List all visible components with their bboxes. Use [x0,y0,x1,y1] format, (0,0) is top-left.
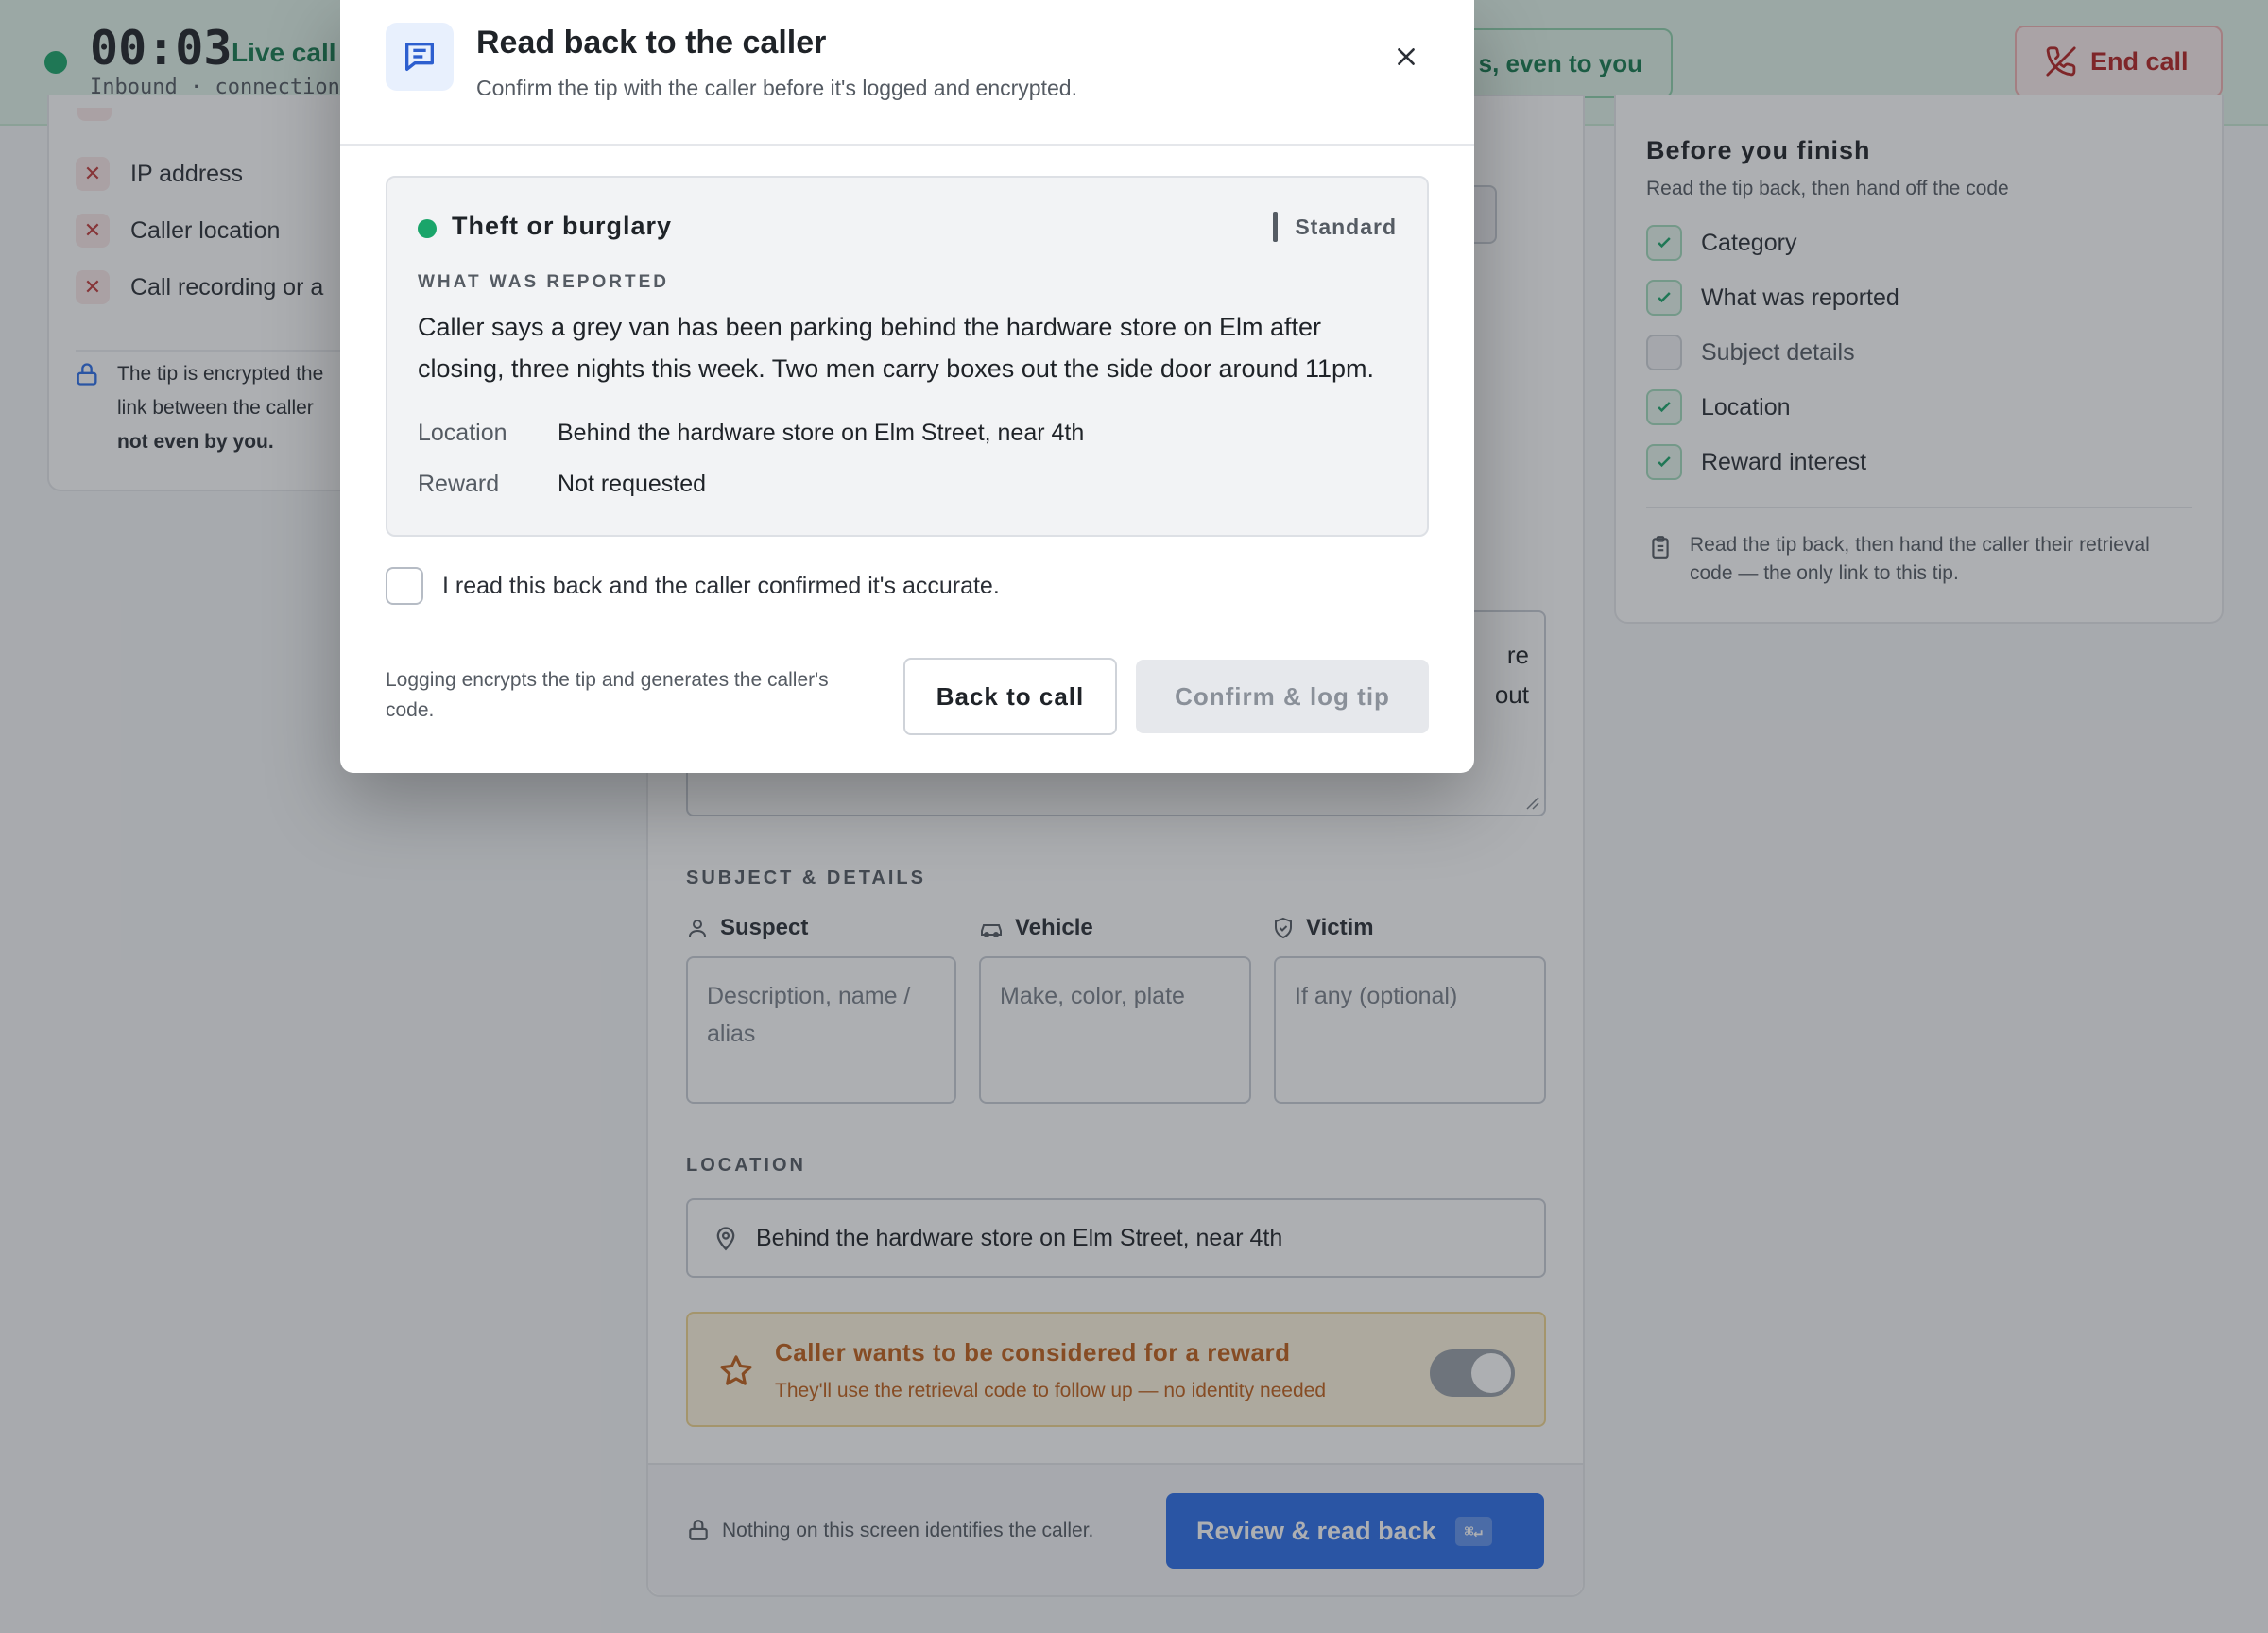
back-button-label: Back to call [936,681,1085,711]
close-button[interactable] [1383,34,1429,79]
location-key: Location [418,420,507,446]
priority-bar [1273,212,1279,242]
log-button-label: Confirm & log tip [1175,681,1390,711]
message-icon [386,23,454,91]
reward-value: Not requested [558,471,707,497]
logging-footnote: Logging encrypts the tip and generates t… [386,669,829,721]
read-back-dialog: Read back to the caller Confirm the tip … [340,0,1474,773]
confirm-accuracy-checkbox-row[interactable]: I read this back and the caller confirme… [386,567,1000,605]
confirm-checkbox[interactable] [386,567,423,605]
category-label: Theft or burglary [452,212,673,240]
priority-label: Standard [1295,214,1397,239]
location-value: Behind the hardware store on Elm Street,… [558,420,1085,446]
category-dot [418,219,437,238]
reported-text: Caller says a grey van has been parking … [418,313,1375,383]
dialog-title: Read back to the caller [476,25,827,60]
confirm-log-tip-button[interactable]: Confirm & log tip [1136,660,1429,733]
priority-badge: Standard [1273,212,1397,242]
confirm-label: I read this back and the caller confirme… [442,572,1000,599]
divider [340,144,1474,146]
dialog-subtitle: Confirm the tip with the caller before i… [476,76,1077,100]
back-to-call-button[interactable]: Back to call [903,658,1117,735]
close-icon [1398,48,1415,65]
reported-section-label: WHAT WAS REPORTED [418,272,669,292]
reward-key: Reward [418,471,500,497]
tip-summary-card: Theft or burglary Standard WHAT WAS REPO… [386,176,1429,537]
